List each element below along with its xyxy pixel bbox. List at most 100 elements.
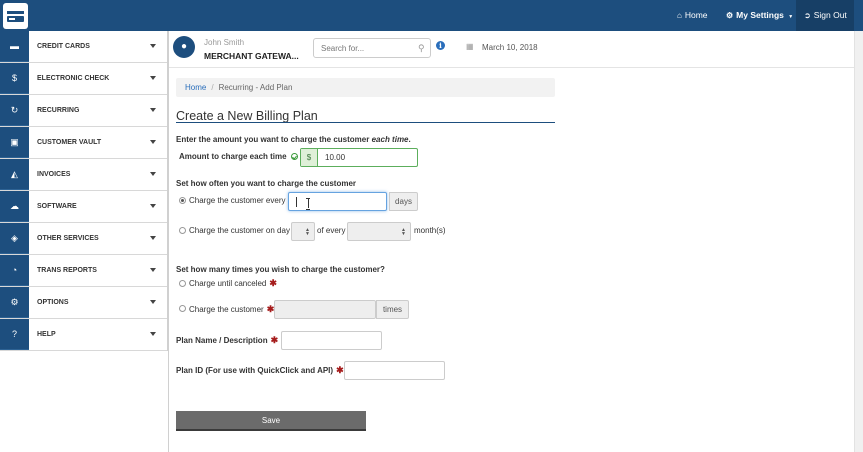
sidebar-item-software[interactable]: ☁ SOFTWARE bbox=[0, 191, 167, 223]
search-box[interactable]: Search for... ⚲ bbox=[313, 38, 431, 58]
until-canceled-text: Charge until canceled bbox=[189, 279, 267, 288]
nav-signout-link[interactable]: ➲ Sign Out bbox=[796, 0, 854, 31]
plan-name-text: Plan Name / Description bbox=[176, 336, 268, 345]
ibeam-cursor-icon bbox=[306, 198, 310, 210]
sidebar-item-electronic-check[interactable]: $ ELECTRONIC CHECK bbox=[0, 63, 167, 95]
chevron-down-icon bbox=[150, 44, 156, 48]
sidebar-item-options[interactable]: ⚙ OPTIONS bbox=[0, 287, 167, 319]
chevron-down-icon bbox=[150, 108, 156, 112]
amount-input-group: $ 10.00 bbox=[300, 148, 418, 167]
amount-heading: Enter the amount you want to charge the … bbox=[176, 135, 411, 144]
charge-times-input[interactable] bbox=[274, 300, 376, 319]
breadcrumb-separator: / bbox=[211, 83, 214, 92]
charge-every-label: Charge the customer every bbox=[189, 196, 286, 205]
valid-check-icon bbox=[290, 153, 298, 160]
calendar-icon: ▦ bbox=[466, 42, 474, 51]
question-icon: ? bbox=[0, 319, 29, 350]
amount-label: Amount to charge each time bbox=[179, 152, 298, 161]
times-heading: Set how many times you wish to charge th… bbox=[176, 265, 385, 274]
dollar-icon: $ bbox=[0, 63, 29, 94]
plan-name-label: Plan Name / Description ✱ bbox=[176, 335, 278, 346]
of-every-label: of every bbox=[317, 226, 346, 235]
sidebar-item-trans-reports[interactable]: ◔ TRANS REPORTS bbox=[0, 255, 167, 287]
sidebar-item-recurring[interactable]: ↻ RECURRING bbox=[0, 95, 167, 127]
charge-times-label: Charge the customer ✱ bbox=[189, 304, 274, 315]
search-input[interactable]: Search for... bbox=[321, 44, 364, 53]
until-canceled-radio[interactable] bbox=[179, 280, 186, 287]
text-cursor bbox=[296, 197, 297, 207]
amount-label-text: Amount to charge each time bbox=[179, 152, 287, 161]
gear-icon: ⚙ bbox=[726, 11, 734, 20]
save-button[interactable]: Save bbox=[176, 411, 366, 431]
charge-times-radio[interactable] bbox=[179, 305, 186, 312]
amount-heading-period: . bbox=[408, 135, 411, 144]
header-divider bbox=[169, 67, 854, 68]
plan-id-input[interactable] bbox=[344, 361, 445, 380]
chevron-down-icon bbox=[150, 140, 156, 144]
select-arrows-icon: ▲ ▼ bbox=[305, 227, 310, 237]
chevron-down-icon bbox=[150, 172, 156, 176]
page-scrollbar[interactable] bbox=[854, 31, 863, 452]
breadcrumb: Home / Recurring - Add Plan bbox=[176, 78, 555, 97]
chevron-down-icon bbox=[150, 236, 156, 240]
sidebar-item-label: ELECTRONIC CHECK bbox=[37, 75, 110, 82]
sidebar-item-label: RECURRING bbox=[37, 107, 80, 114]
gateway-name: MERCHANT GATEWA... bbox=[204, 51, 299, 61]
sign-out-icon: ➲ bbox=[804, 11, 811, 20]
nav-home-link[interactable]: ⌂ Home bbox=[677, 0, 708, 31]
until-canceled-label: Charge until canceled ✱ bbox=[189, 278, 277, 289]
current-date: March 10, 2018 bbox=[482, 43, 538, 52]
user-name: John Smith bbox=[204, 38, 245, 47]
sidebar-divider bbox=[168, 31, 169, 452]
sidebar: ▬ CREDIT CARDS $ ELECTRONIC CHECK ↻ RECU… bbox=[0, 31, 168, 351]
cogs-icon: ⚙ bbox=[0, 287, 29, 318]
user-avatar-icon[interactable]: ● bbox=[173, 36, 195, 58]
day-select[interactable]: ▲ ▼ bbox=[291, 222, 315, 241]
charge-times-text: Charge the customer bbox=[189, 305, 264, 314]
months-label: month(s) bbox=[414, 226, 446, 235]
gateway-logo[interactable] bbox=[3, 3, 28, 29]
breadcrumb-home-link[interactable]: Home bbox=[185, 83, 206, 92]
sidebar-item-label: CUSTOMER VAULT bbox=[37, 139, 102, 146]
title-underline bbox=[176, 122, 555, 123]
nav-settings-dropdown[interactable]: ⚙ My Settings ▼ bbox=[726, 0, 793, 31]
sidebar-item-label: OPTIONS bbox=[37, 299, 69, 306]
every-days-input[interactable] bbox=[288, 192, 387, 211]
amount-input[interactable]: 10.00 bbox=[325, 153, 345, 162]
plan-name-input[interactable] bbox=[281, 331, 382, 350]
breadcrumb-current: Recurring - Add Plan bbox=[218, 83, 293, 92]
cloud-icon: ☁ bbox=[0, 191, 29, 222]
sidebar-item-credit-cards[interactable]: ▬ CREDIT CARDS bbox=[0, 31, 167, 63]
refresh-icon: ↻ bbox=[0, 95, 29, 126]
chevron-down-icon bbox=[150, 268, 156, 272]
page-title: Create a New Billing Plan bbox=[176, 109, 318, 123]
month-interval-select[interactable]: ▲ ▼ bbox=[347, 222, 411, 241]
times-addon: times bbox=[376, 300, 409, 319]
sidebar-item-other-services[interactable]: ◈ OTHER SERVICES bbox=[0, 223, 167, 255]
amount-heading-emphasis: each time bbox=[371, 135, 409, 144]
home-icon: ⌂ bbox=[677, 11, 682, 20]
frequency-heading: Set how often you want to charge the cus… bbox=[176, 179, 357, 188]
nav-signout-label: Sign Out bbox=[813, 10, 847, 20]
charge-on-day-radio[interactable] bbox=[179, 227, 186, 234]
sidebar-item-help[interactable]: ? HELP bbox=[0, 319, 167, 351]
required-asterisk-icon: ✱ bbox=[269, 278, 277, 288]
pie-chart-icon: ◔ bbox=[0, 255, 29, 286]
info-icon[interactable]: i bbox=[436, 41, 445, 50]
sidebar-item-customer-vault[interactable]: ▣ CUSTOMER VAULT bbox=[0, 127, 167, 159]
currency-addon: $ bbox=[301, 149, 318, 166]
inbox-icon: ◭ bbox=[0, 159, 29, 190]
charge-every-radio[interactable] bbox=[179, 197, 186, 204]
plan-id-label: Plan ID (For use with QuickClick and API… bbox=[176, 365, 344, 376]
chevron-down-icon bbox=[150, 204, 156, 208]
nav-home-label: Home bbox=[684, 10, 708, 20]
plan-id-text: Plan ID (For use with QuickClick and API… bbox=[176, 366, 334, 375]
days-addon: days bbox=[389, 192, 418, 211]
select-arrows-icon: ▲ ▼ bbox=[401, 227, 406, 237]
sidebar-item-invoices[interactable]: ◭ INVOICES bbox=[0, 159, 167, 191]
required-asterisk-icon: ✱ bbox=[336, 365, 344, 375]
search-icon[interactable]: ⚲ bbox=[418, 43, 425, 54]
sidebar-item-label: SOFTWARE bbox=[37, 203, 77, 210]
chevron-down-icon bbox=[150, 332, 156, 336]
chevron-down-icon bbox=[150, 76, 156, 80]
